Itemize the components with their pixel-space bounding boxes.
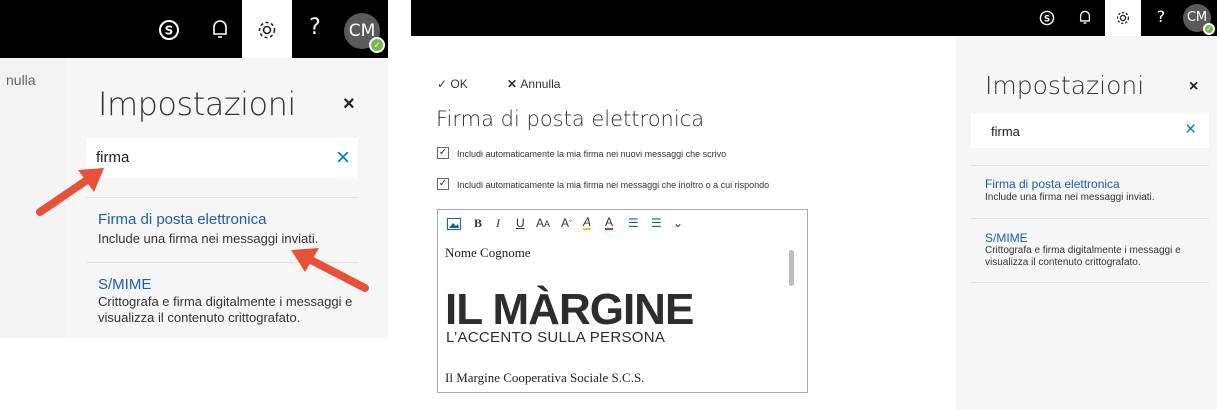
bell-icon[interactable] [205,15,235,45]
font-color-icon[interactable]: A [605,216,614,230]
form-title: Firma di posta elettronica [436,107,705,131]
checkbox-reply-forward[interactable]: ✓ [437,178,449,190]
help-icon[interactable]: ? [302,13,328,43]
clear-search-icon[interactable]: × [336,144,350,172]
avatar-initials: CM [1186,10,1208,25]
result-smime-link[interactable]: S/MIME [98,276,151,293]
bold-icon[interactable]: B [474,216,482,231]
svg-text:S: S [1044,14,1050,24]
chevron-down-icon[interactable]: ⌄ [673,216,683,230]
divider [86,197,358,198]
clear-search-icon[interactable]: × [1185,119,1196,141]
numbered-list-icon[interactable]: ☰ [651,216,662,230]
presence-badge: ✓ [369,37,385,53]
font-size-icon[interactable]: AA [536,216,550,230]
logo-text: IL MÀRGINE [445,285,694,334]
cancel-button[interactable]: ✕ Annulla [507,77,560,91]
result-signature-description: Include una firma nei messaggi inviati. [985,192,1155,203]
right-screenshot: S ? CM ✓ ✓ OK ✕ Annulla Firma di posta e… [411,0,1217,410]
divider [971,165,1209,166]
ok-label: OK [450,77,468,91]
settings-title: Impostazioni [985,71,1145,100]
arrow-pointer-search [36,168,104,216]
checkbox-new-messages[interactable]: ✓ [437,147,449,159]
left-screenshot: S ? CM ✓ nulla Impostazioni × firma × Fi… [0,0,388,410]
divider [971,218,1209,219]
ok-button[interactable]: ✓ OK [437,77,468,91]
settings-title: Impostazioni [98,85,296,123]
font-style-icon[interactable]: Aˇ [561,216,572,230]
underline-icon[interactable]: U [516,216,525,230]
checkbox-reply-forward-label: Includi automaticamente la mia firma nei… [457,180,770,190]
logo-tagline: L’ACCENTO SULLA PERSONA [446,329,666,346]
close-button[interactable]: × [1189,78,1198,96]
gear-icon[interactable] [252,15,282,45]
bell-icon[interactable] [1073,6,1097,30]
svg-text:S: S [165,24,174,38]
company-name: Il Margine Cooperativa Sociale S.C.S. [445,370,645,385]
bullet-list-icon[interactable]: ☰ [628,216,639,230]
search-value: firma [991,124,1020,139]
result-signature-link[interactable]: Firma di posta elettronica [98,211,266,228]
skype-icon[interactable]: S [1035,6,1059,30]
checkbox-new-messages-label: Includi automaticamente la mia firma nei… [457,149,727,159]
highlight-icon[interactable]: A [583,216,592,230]
result-smime-description: Crittografa e firma digitalmente i messa… [985,245,1181,268]
signature-name: Nome Cognome [445,245,531,260]
result-smime-link[interactable]: S/MIME [985,231,1028,245]
insert-image-icon[interactable] [447,218,461,233]
cancel-label-partial[interactable]: nulla [6,72,36,88]
arrow-pointer-result [291,248,369,292]
presence-badge: ✓ [1203,23,1215,35]
top-bar [0,0,388,58]
gear-icon[interactable] [1111,6,1135,30]
cancel-label: Annulla [520,77,561,91]
close-icon: ✕ [507,77,521,91]
help-icon[interactable]: ? [1151,5,1171,29]
result-signature-link[interactable]: Firma di posta elettronica [985,177,1120,191]
italic-icon[interactable]: I [496,216,500,231]
divider [971,282,1209,283]
editor-scrollbar[interactable] [789,250,794,286]
skype-icon[interactable]: S [154,15,184,45]
check-icon: ✓ [437,77,451,91]
close-button[interactable]: × [343,93,355,116]
